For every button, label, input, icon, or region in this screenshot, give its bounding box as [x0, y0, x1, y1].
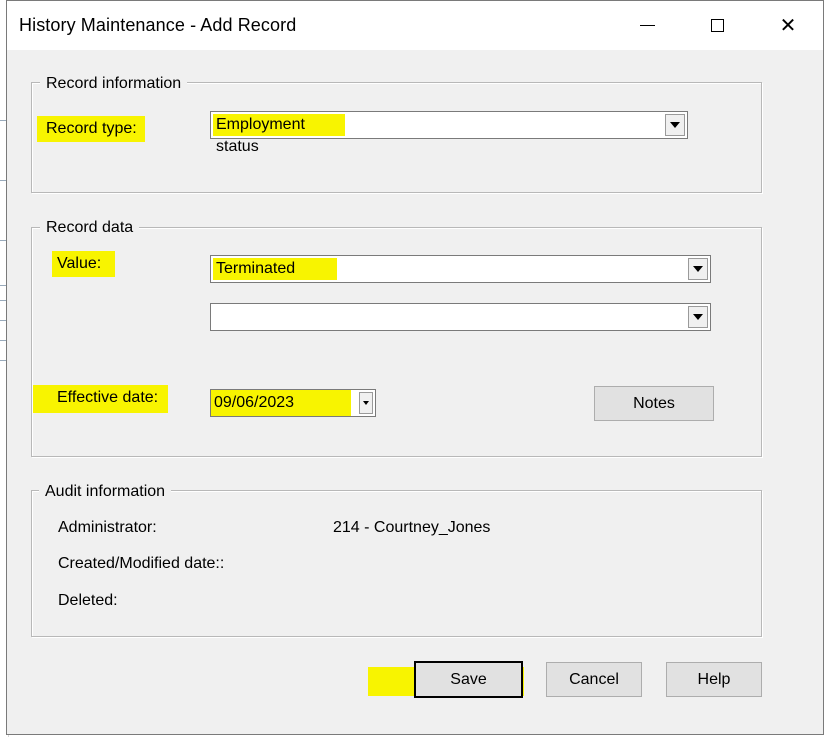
- record-data-legend: Record data: [40, 219, 140, 237]
- administrator-label: Administrator:: [58, 519, 157, 536]
- effective-date-value[interactable]: 09/06/2023: [211, 390, 351, 416]
- cancel-button[interactable]: Cancel: [546, 662, 642, 697]
- chevron-down-icon: [670, 122, 680, 128]
- deleted-label: Deleted:: [58, 592, 118, 609]
- effective-date-dropdown-button[interactable]: [359, 392, 373, 414]
- value-primary-select[interactable]: Terminated: [210, 255, 711, 283]
- value-secondary-select[interactable]: [210, 303, 711, 331]
- effective-date-picker[interactable]: 09/06/2023: [210, 389, 376, 417]
- minimize-icon: [639, 25, 655, 26]
- administrator-value: 214 - Courtney_Jones: [333, 519, 491, 536]
- record-type-dropdown-button[interactable]: [665, 114, 685, 136]
- audit-information-legend: Audit information: [39, 483, 172, 501]
- save-button[interactable]: Save: [414, 661, 523, 698]
- window-title: History Maintenance - Add Record: [19, 15, 297, 35]
- add-record-dialog: History Maintenance - Add Record ✕ Recor…: [6, 0, 824, 735]
- calendar-dropdown-icon: [363, 401, 369, 405]
- effective-date-label: Effective date:: [33, 385, 169, 413]
- value-secondary-value: [213, 306, 219, 328]
- maximize-button[interactable]: [694, 1, 740, 50]
- record-information-legend: Record information: [40, 75, 188, 93]
- record-type-label: Record type:: [37, 116, 145, 142]
- value-label: Value:: [52, 251, 116, 277]
- record-type-select[interactable]: Employment status: [210, 111, 688, 155]
- maximize-icon: [710, 19, 724, 32]
- chevron-down-icon: [693, 314, 703, 320]
- chevron-down-icon: [693, 266, 703, 272]
- close-button[interactable]: ✕: [765, 1, 811, 50]
- created-modified-label: Created/Modified date::: [58, 555, 225, 572]
- help-button[interactable]: Help: [666, 662, 762, 697]
- close-icon: ✕: [779, 15, 797, 37]
- notes-button[interactable]: Notes: [594, 386, 714, 421]
- value-primary-value: Terminated: [213, 258, 337, 280]
- minimize-button[interactable]: [624, 1, 670, 50]
- record-type-value: Employment status: [213, 114, 345, 155]
- value-secondary-dropdown-button[interactable]: [688, 306, 708, 328]
- value-primary-dropdown-button[interactable]: [688, 258, 708, 280]
- title-bar[interactable]: History Maintenance - Add Record ✕: [7, 1, 823, 50]
